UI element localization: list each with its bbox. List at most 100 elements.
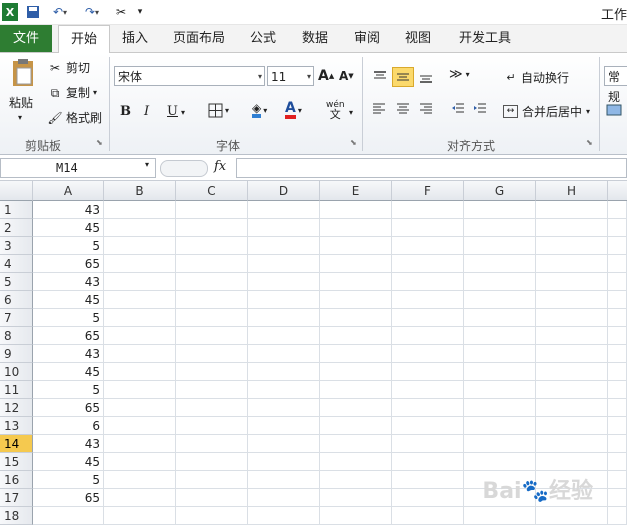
tab-developer[interactable]: 开发工具 (454, 25, 516, 52)
cell[interactable] (176, 399, 248, 417)
cell[interactable] (464, 327, 536, 345)
cell[interactable] (248, 345, 320, 363)
cell[interactable] (536, 507, 608, 525)
row-header[interactable]: 17 (0, 489, 33, 507)
cell[interactable] (320, 453, 392, 471)
cell[interactable] (104, 255, 176, 273)
cell[interactable] (176, 255, 248, 273)
cell[interactable] (392, 507, 464, 525)
align-center-icon[interactable] (396, 103, 410, 115)
cell[interactable] (464, 435, 536, 453)
redo-icon[interactable]: ↷ ▾ (80, 3, 104, 21)
cell-a[interactable]: 45 (33, 219, 104, 237)
cell-a[interactable]: 43 (33, 435, 104, 453)
copy-button[interactable]: ⧉ 复制 ▾ (47, 84, 97, 101)
tab-view[interactable]: 视图 (400, 25, 436, 52)
cell[interactable] (608, 291, 627, 309)
formula-bar-splitter[interactable] (160, 160, 208, 177)
font-size-dropdown-icon[interactable]: ▾ (307, 67, 311, 87)
cell-a[interactable]: 6 (33, 417, 104, 435)
cell[interactable] (104, 201, 176, 219)
row-header[interactable]: 5 (0, 273, 33, 291)
cell[interactable] (608, 255, 627, 273)
cell-a[interactable]: 5 (33, 309, 104, 327)
cell[interactable] (608, 471, 627, 489)
cell[interactable] (464, 219, 536, 237)
cell[interactable] (536, 381, 608, 399)
cell[interactable] (176, 435, 248, 453)
cell[interactable] (608, 345, 627, 363)
cell[interactable] (320, 363, 392, 381)
cell[interactable] (248, 327, 320, 345)
cell[interactable] (104, 291, 176, 309)
cell[interactable] (320, 417, 392, 435)
cell[interactable] (392, 237, 464, 255)
cell[interactable] (176, 327, 248, 345)
cell[interactable] (176, 453, 248, 471)
cell[interactable] (176, 309, 248, 327)
align-top-icon[interactable] (371, 68, 389, 86)
cell[interactable] (104, 309, 176, 327)
cell[interactable] (536, 273, 608, 291)
cell[interactable] (320, 507, 392, 525)
row-header[interactable]: 15 (0, 453, 33, 471)
tab-review[interactable]: 审阅 (349, 25, 385, 52)
row-header[interactable]: 6 (0, 291, 33, 309)
number-format-box[interactable]: 常规 (604, 66, 627, 104)
cell[interactable] (392, 435, 464, 453)
cell[interactable] (248, 471, 320, 489)
cell[interactable] (248, 255, 320, 273)
column-header-d[interactable]: D (248, 181, 320, 201)
cell[interactable] (536, 363, 608, 381)
tab-insert[interactable]: 插入 (116, 25, 154, 52)
grow-font-icon[interactable]: A ▲ (318, 68, 334, 84)
cell[interactable] (536, 417, 608, 435)
cell[interactable] (104, 507, 176, 525)
cell[interactable] (320, 381, 392, 399)
cell[interactable] (464, 255, 536, 273)
cell[interactable] (392, 489, 464, 507)
cell[interactable] (104, 417, 176, 435)
column-header-b[interactable]: B (104, 181, 176, 201)
cell[interactable] (176, 507, 248, 525)
row-header[interactable]: 4 (0, 255, 33, 273)
underline-button[interactable]: U (167, 104, 178, 119)
clipboard-launcher-icon[interactable]: ⬊ (96, 138, 103, 147)
bold-button[interactable]: B (120, 104, 131, 119)
column-header-h[interactable]: H (536, 181, 608, 201)
tab-data[interactable]: 数据 (297, 25, 333, 52)
paste-button[interactable]: 粘贴 (9, 94, 33, 111)
name-box-dropdown-icon[interactable]: ▾ (145, 160, 149, 169)
tab-file[interactable]: 文件 (0, 25, 52, 52)
cut-button[interactable]: ✂ 剪切 (47, 59, 90, 76)
row-header[interactable]: 7 (0, 309, 33, 327)
column-header-i[interactable] (608, 181, 627, 201)
font-color-button[interactable]: A ▾ (285, 101, 302, 119)
formula-input[interactable] (236, 158, 627, 178)
cell[interactable] (536, 237, 608, 255)
cell[interactable] (536, 309, 608, 327)
align-right-icon[interactable] (419, 103, 433, 115)
font-name-box[interactable]: 宋体 ▾ (114, 66, 265, 86)
cell[interactable] (464, 201, 536, 219)
cell[interactable] (608, 327, 627, 345)
row-header[interactable]: 13 (0, 417, 33, 435)
merge-dropdown-icon[interactable]: ▾ (586, 107, 590, 116)
cell[interactable] (320, 201, 392, 219)
cell[interactable] (608, 201, 627, 219)
fill-color-dropdown-icon[interactable]: ▾ (263, 106, 267, 115)
name-box[interactable]: M14 (0, 158, 156, 178)
cell[interactable] (104, 435, 176, 453)
cell[interactable] (392, 201, 464, 219)
cell[interactable] (392, 327, 464, 345)
cell[interactable] (320, 219, 392, 237)
cell[interactable] (176, 345, 248, 363)
row-header[interactable]: 8 (0, 327, 33, 345)
cell[interactable] (320, 291, 392, 309)
row-header[interactable]: 9 (0, 345, 33, 363)
cell[interactable] (248, 507, 320, 525)
cell[interactable] (248, 417, 320, 435)
cell[interactable] (464, 381, 536, 399)
cell[interactable] (176, 219, 248, 237)
cell[interactable] (392, 309, 464, 327)
